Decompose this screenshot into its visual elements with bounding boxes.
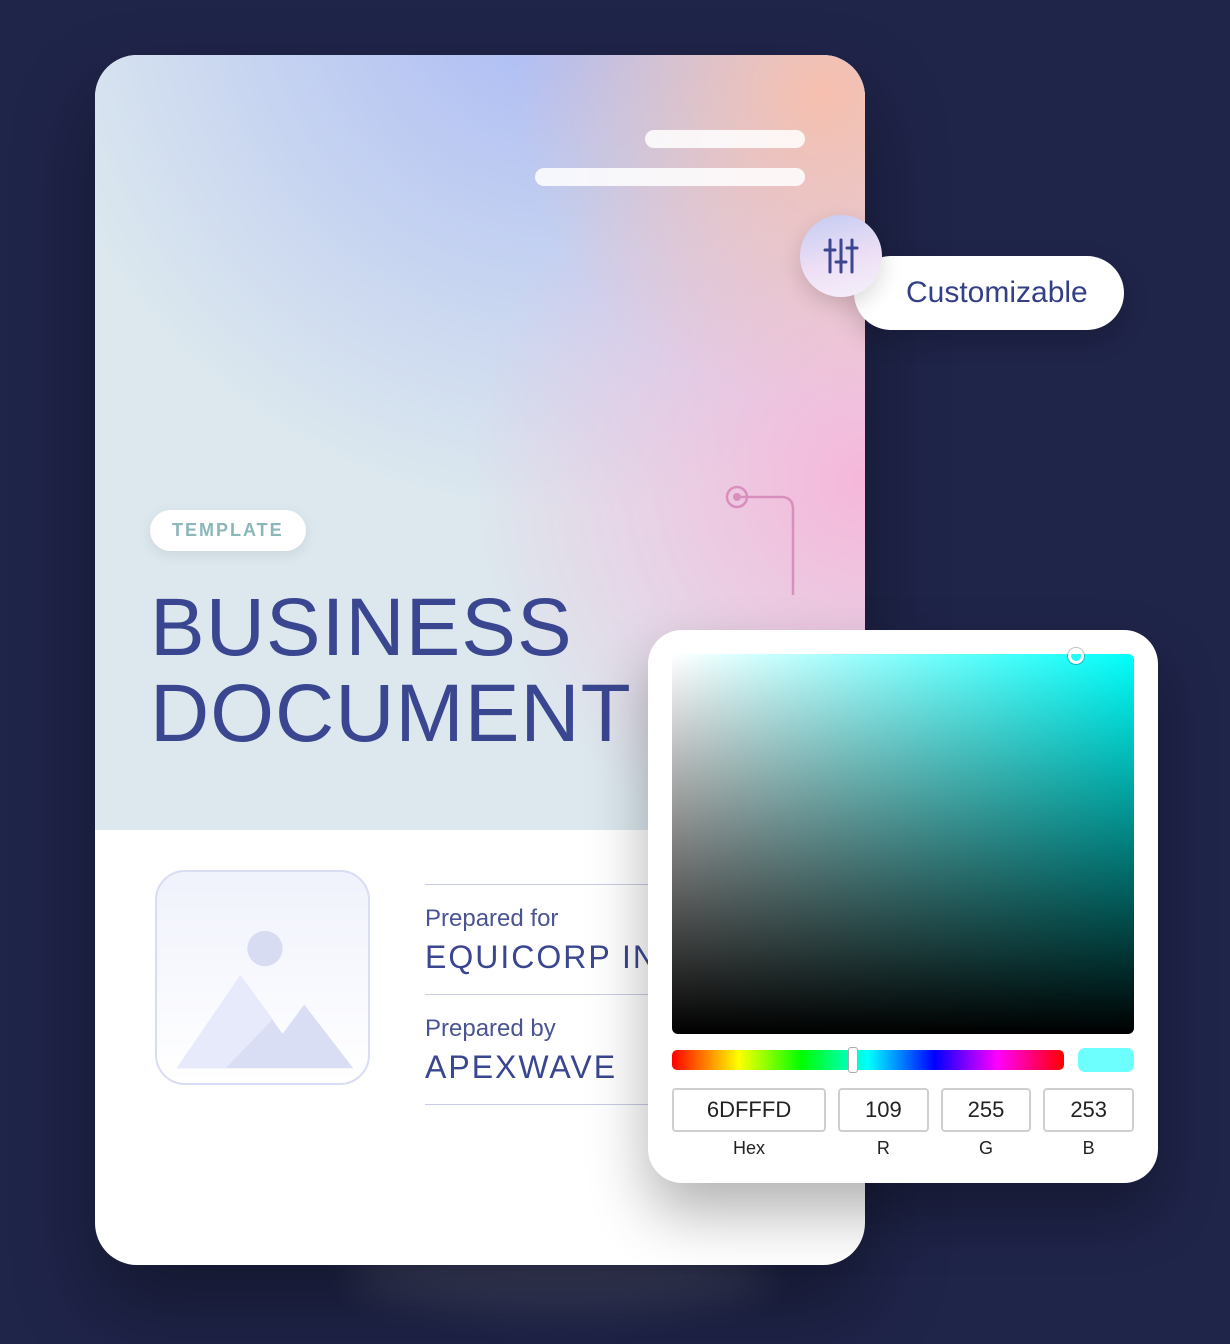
hex-label: Hex — [672, 1138, 826, 1159]
mountain-icon — [157, 872, 368, 1083]
hero-placeholder-lines — [535, 130, 805, 186]
g-input[interactable] — [941, 1088, 1032, 1132]
sliders-icon — [800, 215, 882, 297]
b-label: B — [1043, 1138, 1134, 1159]
r-input[interactable] — [838, 1088, 929, 1132]
hex-input[interactable] — [672, 1088, 826, 1132]
color-swatch — [1078, 1048, 1134, 1072]
r-label: R — [838, 1138, 929, 1159]
template-badge: TEMPLATE — [150, 510, 306, 551]
hue-thumb[interactable] — [848, 1047, 858, 1073]
color-cursor[interactable] — [1068, 648, 1084, 664]
image-placeholder[interactable] — [155, 870, 370, 1085]
document-title: BUSINESS DOCUMENT — [150, 585, 632, 757]
customizable-label: Customizable — [854, 256, 1124, 330]
hue-slider[interactable] — [672, 1050, 1064, 1070]
customizable-chip[interactable]: Customizable — [800, 215, 882, 297]
color-picker-panel: Hex R G B — [648, 630, 1158, 1183]
color-saturation-area[interactable] — [672, 654, 1134, 1034]
b-input[interactable] — [1043, 1088, 1134, 1132]
connector-ornament — [725, 485, 805, 595]
g-label: G — [941, 1138, 1032, 1159]
